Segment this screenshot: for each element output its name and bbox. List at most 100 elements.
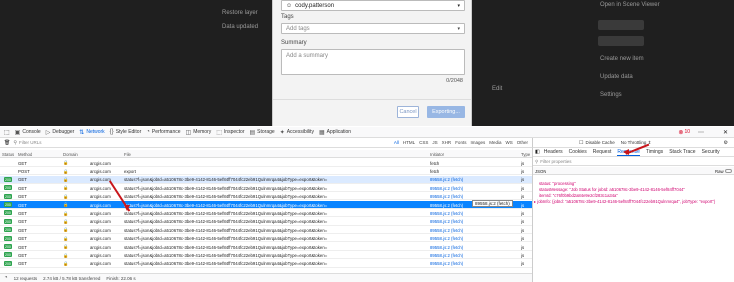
- table-row[interactable]: 200 GET 🔒 arcgis.com status?f=json&jobId=a51…: [0, 201, 532, 209]
- tab-debugger[interactable]: ▷ Debugger: [46, 129, 75, 136]
- panel-toggle-icon[interactable]: ◧: [535, 149, 540, 155]
- filter-type-js[interactable]: JS: [432, 140, 437, 145]
- filter-type-ws[interactable]: WS: [505, 140, 512, 145]
- table-row[interactable]: 200 GET 🔒 arcgis.com status?f=json&jobId=a51…: [0, 175, 532, 184]
- filter-urls-input[interactable]: Filter URLs: [19, 140, 394, 145]
- row-file: status?f=json&jobId=a510678c-3be9-4142-8…: [124, 194, 328, 200]
- toggle-icon[interactable]: [725, 169, 732, 173]
- col-method[interactable]: Method: [18, 152, 32, 157]
- row-file: status?f=json&jobId=a510678c-3be9-4142-8…: [124, 261, 328, 267]
- filter-type-html[interactable]: HTML: [403, 140, 415, 145]
- row-initiator[interactable]: 89558.js:2 (fetch): [430, 186, 518, 191]
- filter-type-media[interactable]: Media: [489, 140, 501, 145]
- table-row[interactable]: 200 GET 🔒 arcgis.com status?f=json&jobId=a51…: [0, 218, 532, 226]
- col-domain[interactable]: Domain: [63, 152, 78, 157]
- tab-style-editor[interactable]: {} Style Editor: [110, 129, 142, 135]
- table-row[interactable]: 200 GET 🔒 arcgis.com status?f=json&jobId=a51…: [0, 243, 532, 251]
- tags-input[interactable]: Add tags ▾: [281, 23, 465, 34]
- owner-value: cody.patterson: [295, 2, 335, 9]
- row-status: 200: [5, 186, 11, 191]
- tab-cookies[interactable]: Cookies: [569, 149, 587, 155]
- tab-request[interactable]: Request: [593, 149, 612, 155]
- char-count: 0/2048: [446, 78, 463, 84]
- row-type: js: [521, 227, 525, 233]
- json-line-job-info[interactable]: ▸ jobInfo: {jobId: "a510678c-3be9-4142-8…: [534, 199, 715, 204]
- row-type: js: [521, 244, 525, 250]
- checkbox-icon[interactable]: ☐: [579, 140, 583, 146]
- filter-type-fonts[interactable]: Fonts: [455, 140, 466, 145]
- col-file[interactable]: File: [124, 152, 131, 157]
- row-status: 200: [5, 261, 11, 266]
- table-row[interactable]: 200 GET 🔒 arcgis.com status?f=json&jobId=a51…: [0, 209, 532, 218]
- table-row[interactable]: POST 🔒 arcgis.com export fetch js: [0, 167, 532, 176]
- annotation-arrowhead-left: [124, 205, 130, 211]
- table-row[interactable]: 200 GET 🔒 arcgis.com status?f=json&jobId=a51…: [0, 260, 532, 268]
- row-initiator[interactable]: 89558.js:2 (fetch): [430, 228, 518, 233]
- filter-properties[interactable]: ⚲ Filter properties: [533, 158, 734, 166]
- more-icon[interactable]: ⋯: [698, 129, 704, 136]
- summary-placeholder: Add a summary: [286, 53, 329, 59]
- bg-item: Data updated: [222, 24, 259, 30]
- divider: [273, 99, 471, 100]
- tab-storage[interactable]: ▤ Storage: [250, 129, 275, 136]
- tab-memory[interactable]: ◫ Memory: [186, 129, 212, 136]
- tab-headers[interactable]: Headers: [544, 149, 563, 155]
- exporting-button[interactable]: Exporting...: [427, 106, 465, 118]
- owner-field[interactable]: ☺ cody.patterson ▾: [281, 0, 465, 11]
- trash-icon[interactable]: 🗑: [4, 140, 10, 146]
- row-initiator[interactable]: 89558.js:2 (fetch): [430, 253, 518, 258]
- filter-type-all[interactable]: All: [394, 140, 399, 145]
- row-initiator[interactable]: fetch: [430, 169, 518, 174]
- table-row[interactable]: 200 GET 🔒 arcgis.com status?f=json&jobId=a51…: [0, 184, 532, 192]
- error-counter[interactable]: ⊗ 10: [678, 129, 690, 136]
- row-initiator[interactable]: 89558.js:2 (fetch): [430, 245, 518, 250]
- disable-cache-label[interactable]: Disable Cache: [585, 140, 614, 145]
- tab-network[interactable]: ⇅ Network: [79, 129, 104, 136]
- tab-stack-trace[interactable]: Stack Trace: [669, 149, 695, 155]
- filter-type-css[interactable]: CSS: [419, 140, 428, 145]
- tab-label: Inspector: [223, 129, 245, 135]
- row-initiator[interactable]: 89558.js:2 (fetch): [430, 261, 518, 266]
- tab-accessibility[interactable]: ✦ Accessibility: [280, 129, 314, 136]
- table-row[interactable]: 200 GET 🔒 arcgis.com status?f=json&jobId=a51…: [0, 193, 532, 201]
- row-initiator[interactable]: 89558.js:2 (fetch): [430, 177, 518, 182]
- row-initiator[interactable]: fetch: [430, 161, 518, 166]
- table-row[interactable]: 200 GET 🔒 arcgis.com status?f=json&jobId=a51…: [0, 235, 532, 243]
- col-initiator[interactable]: Initiator: [430, 152, 444, 157]
- filter-type-xhr[interactable]: XHR: [442, 140, 452, 145]
- col-status[interactable]: Status: [2, 152, 14, 157]
- chevron-down-icon: ▾: [457, 2, 460, 9]
- row-initiator[interactable]: 89558.js:2 (fetch): [430, 194, 518, 199]
- tab-inspector[interactable]: ⬚ Inspector: [216, 129, 244, 136]
- tab-security[interactable]: Security: [702, 149, 720, 155]
- table-row[interactable]: GET 🔒 arcgis.com fetch js: [0, 159, 532, 167]
- tab-console[interactable]: ▣ Console: [15, 129, 41, 136]
- pick-element-icon[interactable]: ⬚: [4, 129, 10, 136]
- row-type: js: [521, 168, 525, 174]
- row-method: GET: [18, 236, 27, 242]
- settings-icon[interactable]: ⚙: [724, 140, 728, 146]
- tags-label: Tags: [281, 14, 294, 20]
- table-row[interactable]: 200 GET 🔒 arcgis.com status?f=json&jobId=a51…: [0, 251, 532, 260]
- bg-item: Restore layer: [222, 10, 258, 16]
- close-icon[interactable]: ✕: [723, 129, 728, 136]
- row-method: GET: [18, 202, 27, 208]
- tab-performance[interactable]: ◔ Performance: [146, 129, 180, 135]
- row-initiator[interactable]: 89558.js:2 (fetch): [430, 236, 518, 241]
- row-domain: arcgis.com: [90, 227, 111, 233]
- raw-toggle[interactable]: Raw: [715, 169, 724, 174]
- filter-type-images[interactable]: Images: [470, 140, 485, 145]
- table-row[interactable]: 200 GET 🔒 arcgis.com status?f=json&jobId=a51…: [0, 226, 532, 234]
- performance-icon[interactable]: ◔: [4, 275, 8, 281]
- row-status: 200: [5, 236, 11, 241]
- row-domain: arcgis.com: [90, 185, 111, 191]
- row-initiator[interactable]: 89558.js:2 (fetch): [430, 211, 518, 216]
- col-type[interactable]: Type: [521, 152, 530, 157]
- tab-application[interactable]: ▦ Application: [319, 129, 351, 136]
- cancel-button[interactable]: Cancel: [397, 106, 419, 118]
- filter-type-other[interactable]: Other: [517, 140, 528, 145]
- tab-label: Performance: [151, 129, 181, 135]
- row-initiator[interactable]: 89558.js:2 (fetch): [430, 219, 518, 224]
- summary-textarea[interactable]: Add a summary: [281, 49, 465, 75]
- tab-timings[interactable]: Timings: [646, 149, 663, 155]
